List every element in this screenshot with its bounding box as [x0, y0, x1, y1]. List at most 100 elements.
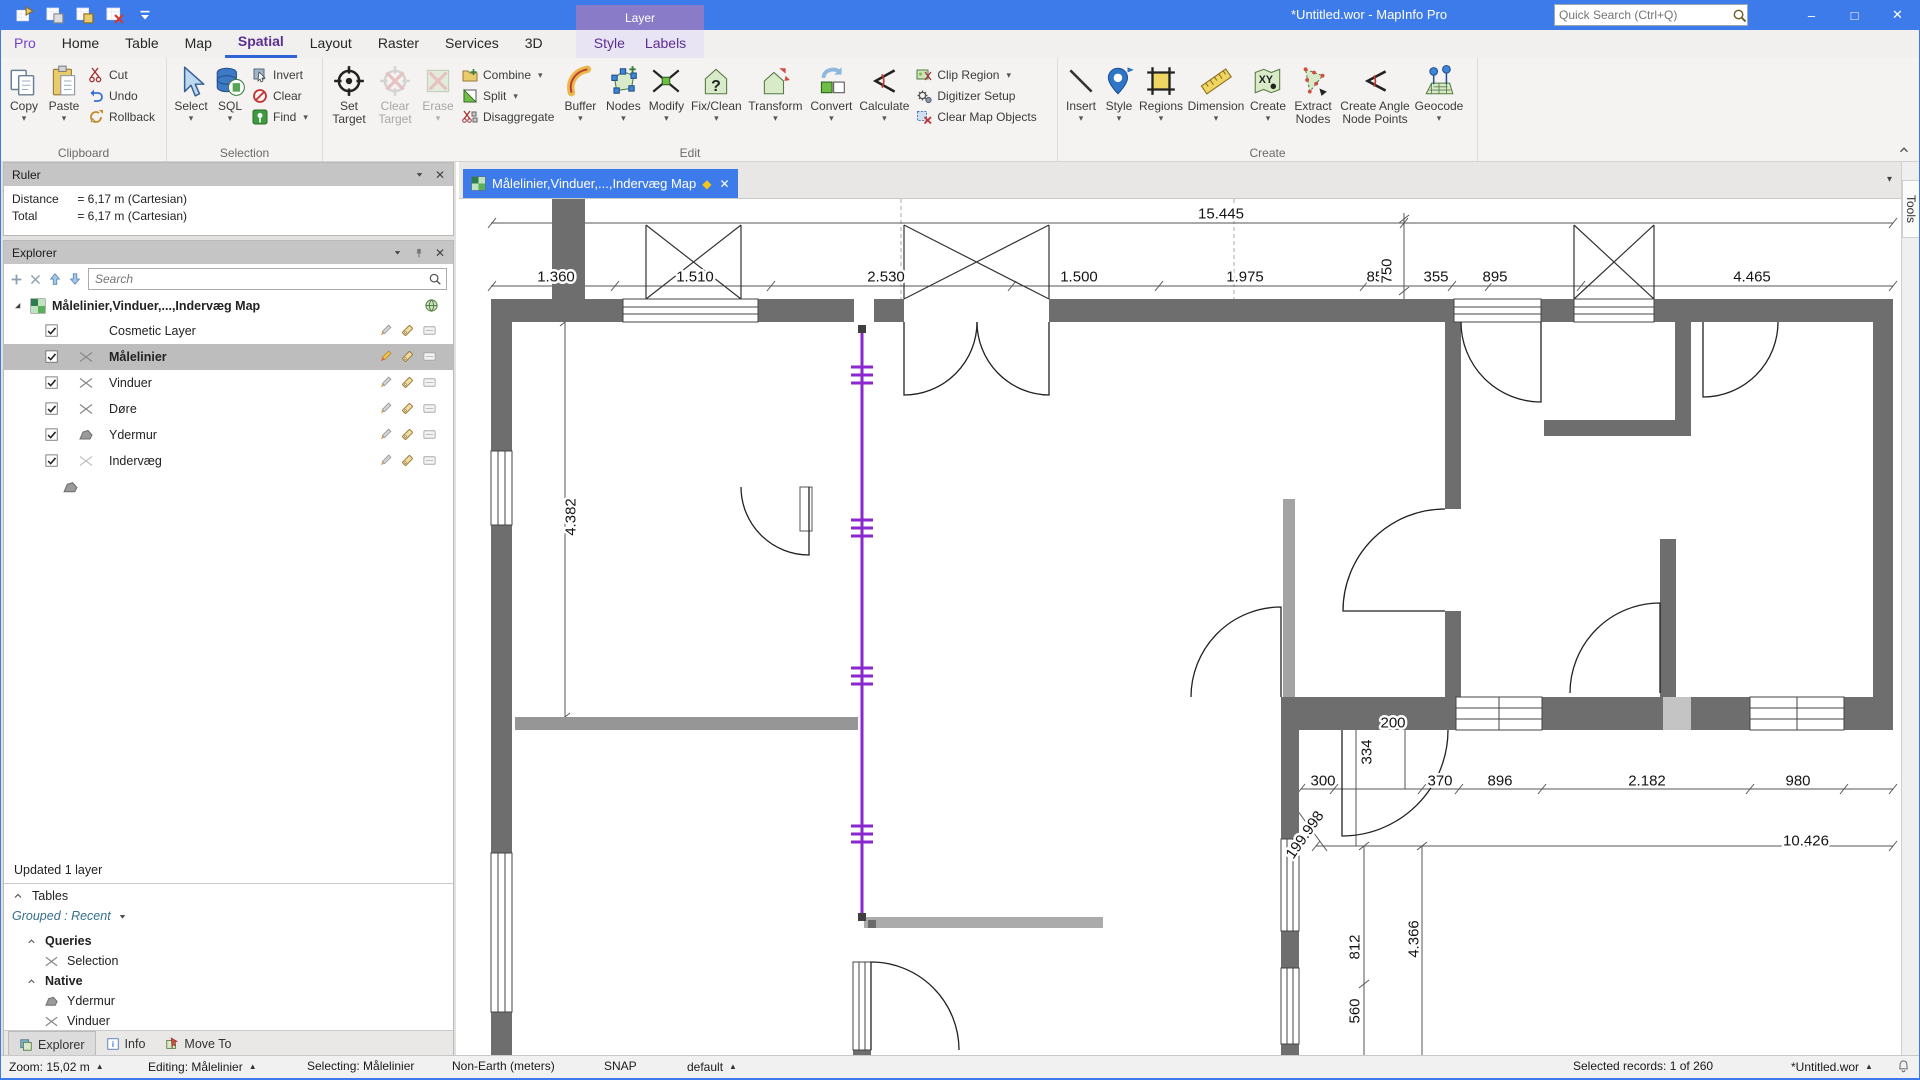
- ribbon-button-clip-region[interactable]: Clip Region▾: [916, 67, 1036, 83]
- tables-grouping-selector[interactable]: Grouped : Recent: [12, 909, 128, 923]
- search-icon[interactable]: [428, 272, 442, 286]
- pencil-orange-icon[interactable]: [378, 349, 393, 364]
- ribbon-button-erase[interactable]: Erase▾: [418, 61, 458, 124]
- ribbon-button-calculate[interactable]: Calculate▾: [856, 61, 912, 124]
- ribbon-button-geocode[interactable]: Geocode▾: [1413, 61, 1465, 124]
- ribbon-button-set-target[interactable]: Set Target: [326, 61, 372, 127]
- tab-spatial[interactable]: Spatial: [225, 30, 297, 58]
- label-rect-icon[interactable]: [422, 401, 437, 416]
- close-icon[interactable]: ✕: [435, 168, 445, 182]
- qat-caret-button[interactable]: [135, 5, 155, 25]
- qat-export-button[interactable]: [15, 5, 35, 25]
- maximize-button[interactable]: □: [1833, 0, 1876, 30]
- checkbox[interactable]: [45, 324, 59, 338]
- tab-table[interactable]: Table: [112, 30, 171, 58]
- ribbon-button-undo[interactable]: Undo: [88, 88, 155, 104]
- tab-map[interactable]: Map: [172, 30, 225, 58]
- ribbon-button-fix-clean[interactable]: ?Fix/Clean▾: [688, 61, 744, 124]
- ribbon-button-buffer[interactable]: Buffer▾: [558, 61, 602, 124]
- tab-3d[interactable]: 3D: [512, 30, 556, 58]
- layer-row-målelinier[interactable]: Målelinier: [4, 344, 453, 370]
- selected-measure-line[interactable]: [851, 325, 876, 928]
- tab-list-dropdown-icon[interactable]: ▾: [1887, 174, 1892, 185]
- table-item-selection[interactable]: Selection: [4, 951, 453, 971]
- ribbon-button-dimension[interactable]: Dimension▾: [1185, 61, 1247, 124]
- table-item-ydermur[interactable]: Ydermur: [4, 991, 453, 1011]
- status-item[interactable]: default▲: [687, 1056, 737, 1078]
- tables-section-header[interactable]: Native: [4, 971, 453, 991]
- ribbon-button-split[interactable]: Split▾: [462, 88, 554, 104]
- qat-delete-button[interactable]: [105, 5, 125, 25]
- qat-new-button[interactable]: [45, 5, 65, 25]
- tag-icon[interactable]: [400, 401, 415, 416]
- ribbon-button-extract-nodes[interactable]: Extract Nodes: [1289, 61, 1337, 127]
- label-rect-icon[interactable]: [422, 323, 437, 338]
- ribbon-button-clear[interactable]: Clear: [252, 88, 308, 104]
- ribbon-button-cut[interactable]: Cut: [88, 67, 155, 83]
- quick-search-box[interactable]: [1554, 4, 1748, 26]
- qat-save-button[interactable]: [75, 5, 95, 25]
- ribbon-button-select[interactable]: Select▾: [170, 61, 212, 124]
- tab-home[interactable]: Home: [49, 30, 112, 58]
- move-down-icon[interactable]: [68, 272, 82, 286]
- tab-style[interactable]: Style: [584, 30, 635, 58]
- ribbon-button-nodes[interactable]: Nodes▾: [602, 61, 644, 124]
- checkbox[interactable]: [45, 350, 59, 364]
- ribbon-button-rollback[interactable]: Rollback: [88, 109, 155, 125]
- ribbon-button-combine[interactable]: Combine▾: [462, 67, 554, 83]
- pencil-gray-icon[interactable]: [378, 323, 393, 338]
- window-symbols[interactable]: [491, 299, 1844, 1050]
- remove-icon[interactable]: [29, 273, 42, 286]
- add-icon[interactable]: [10, 273, 23, 286]
- map-canvas[interactable]: 15.4451.3601.5102.5301.5001.975855355895…: [459, 198, 1902, 1058]
- pencil-gray-icon[interactable]: [378, 427, 393, 442]
- ribbon-button-insert[interactable]: Insert▾: [1061, 61, 1101, 124]
- quick-search-input[interactable]: [1555, 8, 1732, 22]
- ribbon-button-transform[interactable]: Transform▾: [744, 61, 806, 124]
- ribbon-button-paste[interactable]: Paste▾: [44, 61, 84, 124]
- status-item[interactable]: SNAP: [604, 1056, 637, 1077]
- ribbon-button-create-angle-node-points[interactable]: Create Angle Node Points: [1337, 61, 1413, 127]
- tab-services[interactable]: Services: [432, 30, 512, 58]
- tag-icon[interactable]: [400, 323, 415, 338]
- tab-raster[interactable]: Raster: [365, 30, 432, 58]
- tree-expander-icon[interactable]: [12, 300, 24, 312]
- ribbon-button-convert[interactable]: Convert▾: [806, 61, 856, 124]
- floor-plan-drawing[interactable]: 15.4451.3601.5102.5301.5001.975855355895…: [459, 199, 1902, 1058]
- status-item[interactable]: Zoom: 15,02 m▲: [9, 1056, 104, 1078]
- outer-walls[interactable]: [491, 199, 1893, 1058]
- ribbon-button-clear-map-objects[interactable]: Clear Map Objects: [916, 109, 1036, 125]
- checkbox[interactable]: [45, 454, 59, 468]
- bottom-tab-move-to[interactable]: Move To: [155, 1031, 241, 1057]
- tag-icon[interactable]: [400, 375, 415, 390]
- label-rect-icon[interactable]: [422, 349, 437, 364]
- chevron-down-icon[interactable]: [414, 169, 425, 180]
- explorer-search-box[interactable]: [88, 268, 447, 290]
- ribbon-button-disaggregate[interactable]: Disaggregate: [462, 109, 554, 125]
- ribbon-button-create[interactable]: XYCreate▾: [1247, 61, 1289, 124]
- status-item[interactable]: *Untitled.wor▲: [1791, 1056, 1873, 1078]
- ribbon-button-style[interactable]: Style▾: [1101, 61, 1137, 124]
- table-item-vinduer[interactable]: Vinduer: [4, 1011, 453, 1031]
- tag-icon[interactable]: [400, 453, 415, 468]
- ribbon-button-digitizer-setup[interactable]: Digitizer Setup: [916, 88, 1036, 104]
- tab-labels[interactable]: Labels: [635, 30, 696, 58]
- ribbon-button-find[interactable]: Find▾: [252, 109, 308, 125]
- explorer-search-input[interactable]: [93, 271, 428, 287]
- label-rect-icon[interactable]: [422, 453, 437, 468]
- tools-tab[interactable]: Tools: [1902, 180, 1919, 238]
- tab-pro[interactable]: Pro: [1, 30, 49, 58]
- notification-bell-icon[interactable]: [1896, 1059, 1911, 1074]
- label-rect-icon[interactable]: [422, 427, 437, 442]
- tag-icon[interactable]: [400, 427, 415, 442]
- layer-row-døre[interactable]: Døre: [4, 396, 453, 422]
- status-item[interactable]: Selecting: Målelinier: [307, 1056, 414, 1077]
- minimize-button[interactable]: –: [1790, 0, 1833, 30]
- tab-layout[interactable]: Layout: [297, 30, 365, 58]
- chevron-down-icon[interactable]: [392, 247, 403, 258]
- pin-icon[interactable]: [413, 247, 425, 259]
- pencil-gray-icon[interactable]: [378, 401, 393, 416]
- explorer-map-node[interactable]: Målelinier,Vinduer,...,Indervæg Map: [4, 294, 453, 318]
- selection-handle[interactable]: [858, 325, 866, 333]
- layer-row-cosmetic-layer[interactable]: Cosmetic Layer: [4, 318, 453, 344]
